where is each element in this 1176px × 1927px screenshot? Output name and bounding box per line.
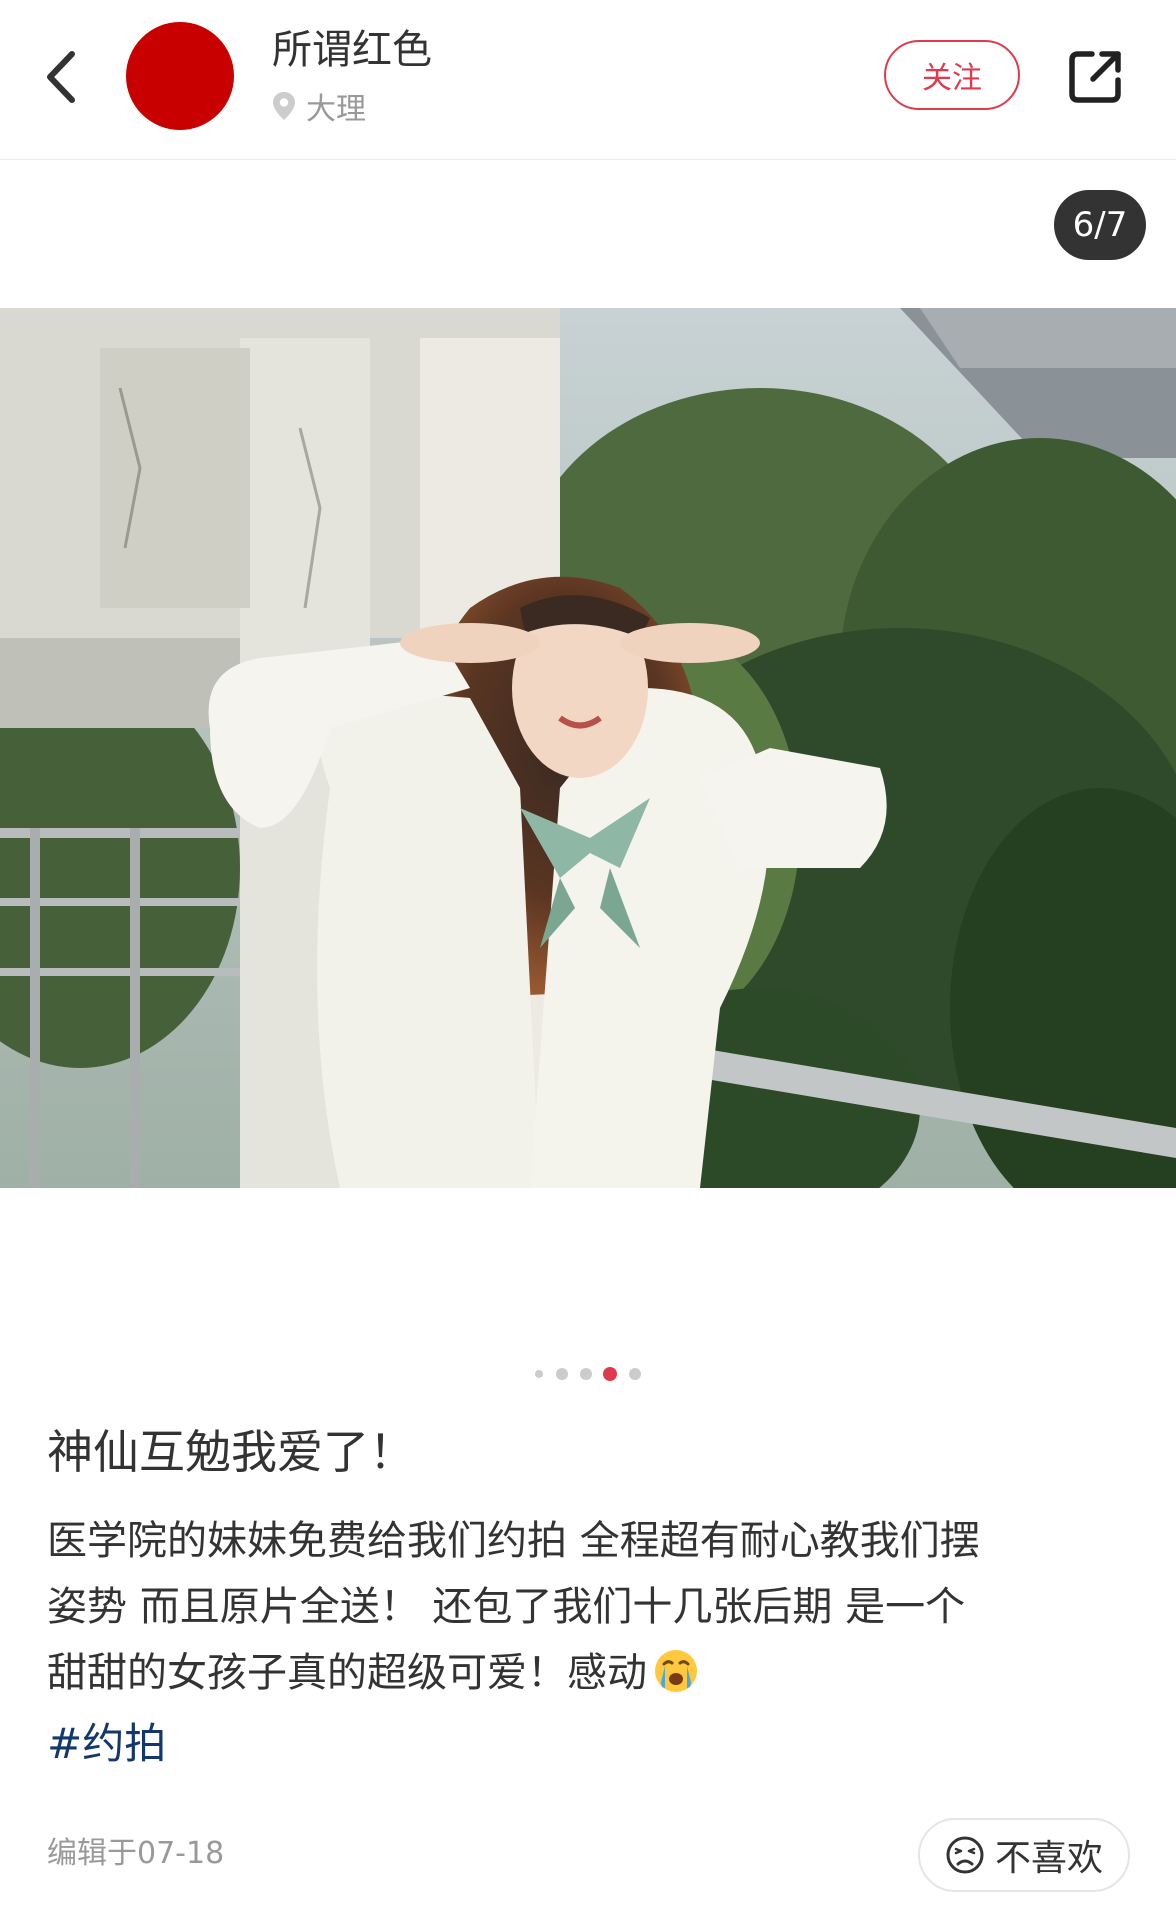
pagination-dot[interactable] bbox=[556, 1368, 568, 1380]
follow-button[interactable]: 关注 bbox=[884, 40, 1020, 110]
back-chevron-icon bbox=[47, 51, 75, 103]
post-header: 所谓红色 大理 关注 bbox=[0, 0, 1176, 160]
gallery-pagination bbox=[532, 1365, 644, 1383]
post-body: 医学院的妹妹免费给我们约拍 全程超有耐心教我们摆 姿势 而且原片全送！ 还包了我… bbox=[47, 1508, 1137, 1714]
unhappy-face-icon bbox=[946, 1836, 984, 1874]
author-name[interactable]: 所谓红色 bbox=[272, 24, 432, 76]
photo-illustration bbox=[0, 308, 1176, 1188]
post-photo[interactable] bbox=[0, 308, 1176, 1188]
location-text: 大理 bbox=[306, 92, 366, 127]
post-body-line: 姿势 而且原片全送！ 还包了我们十几张后期 是一个 bbox=[47, 1584, 966, 1630]
edit-date: 编辑于07-18 bbox=[47, 1836, 225, 1871]
location-row[interactable]: 大理 bbox=[272, 86, 366, 127]
image-counter: 6/7 bbox=[1054, 190, 1146, 260]
pagination-dot[interactable] bbox=[629, 1368, 641, 1380]
author-avatar[interactable] bbox=[126, 22, 234, 130]
post-body-line: 医学院的妹妹免费给我们约拍 全程超有耐心教我们摆 bbox=[47, 1518, 980, 1564]
dislike-label: 不喜欢 bbox=[994, 1838, 1103, 1879]
post-body-line-text: 甜甜的女孩子真的超级可爱！感动 bbox=[47, 1650, 647, 1696]
share-button[interactable] bbox=[1064, 46, 1126, 108]
dislike-button[interactable]: 不喜欢 bbox=[918, 1818, 1130, 1892]
post-body-line-last: 甜甜的女孩子真的超级可爱！感动 bbox=[47, 1640, 1137, 1714]
pagination-dot[interactable] bbox=[580, 1368, 592, 1380]
back-button[interactable] bbox=[40, 44, 84, 110]
crying-face-icon bbox=[653, 1648, 699, 1714]
location-pin-icon bbox=[273, 92, 295, 120]
post-title: 神仙互勉我爱了！ bbox=[47, 1425, 415, 1479]
share-icon bbox=[1069, 51, 1121, 103]
pagination-dot-active[interactable] bbox=[603, 1367, 617, 1381]
pagination-dot[interactable] bbox=[535, 1370, 543, 1378]
hashtag-link[interactable]: #约拍 bbox=[47, 1712, 166, 1776]
